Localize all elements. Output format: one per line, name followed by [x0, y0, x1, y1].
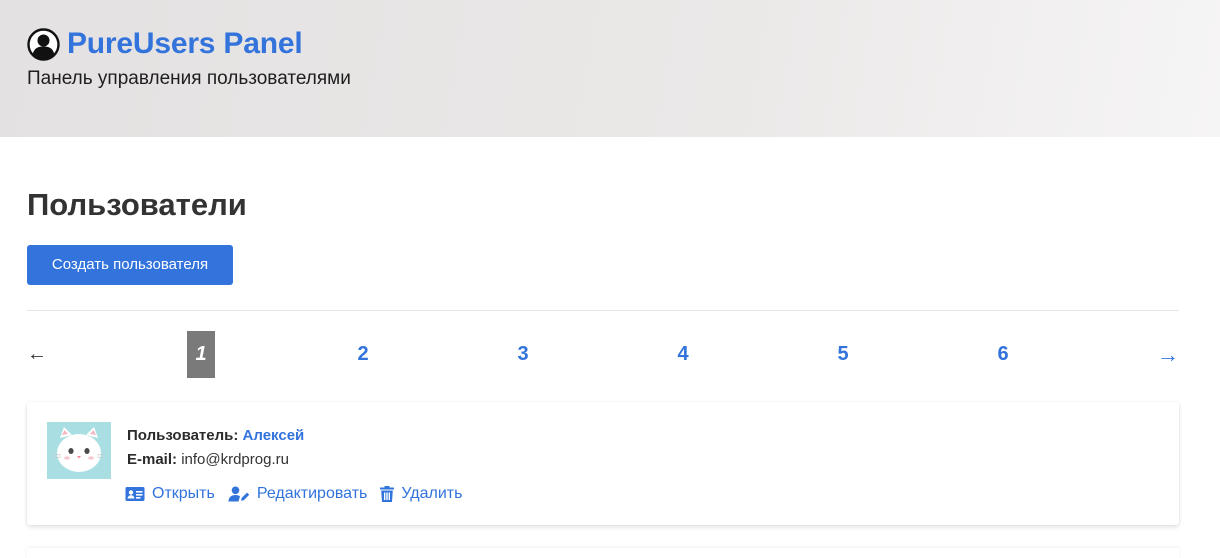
pagination: ← 1 2 3 4 5 6 → — [27, 331, 1179, 378]
next-page-arrow-icon[interactable]: → — [1155, 331, 1179, 378]
next-user-card — [27, 548, 1179, 558]
user-name-label: Пользователь: — [127, 427, 239, 444]
app-subtitle: Панель управления пользователями — [27, 68, 351, 89]
id-card-icon — [125, 487, 145, 501]
page-link-4[interactable]: 4 — [669, 331, 697, 378]
open-user-button[interactable]: Открыть — [125, 485, 215, 503]
user-name-line: Пользователь: Алексей — [127, 426, 304, 446]
user-card: Пользователь: Алексей E-mail: info@krdpr… — [27, 402, 1179, 525]
page-link-5[interactable]: 5 — [829, 331, 857, 378]
app-title[interactable]: PureUsers Panel — [67, 27, 303, 61]
page-link-2[interactable]: 2 — [349, 331, 377, 378]
open-user-label: Открыть — [152, 485, 215, 502]
cat-avatar — [47, 422, 111, 479]
user-name-link[interactable]: Алексей — [243, 427, 305, 444]
page-current[interactable]: 1 — [187, 331, 215, 378]
user-edit-icon — [228, 486, 250, 502]
page-link-3[interactable]: 3 — [509, 331, 537, 378]
page-link-6[interactable]: 6 — [989, 331, 1017, 378]
divider — [27, 310, 1179, 311]
user-email-value: info@krdprog.ru — [181, 451, 289, 468]
user-circle-icon — [27, 27, 60, 61]
user-email-label: E-mail: — [127, 451, 178, 468]
trash-icon — [380, 486, 395, 502]
edit-user-button[interactable]: Редактировать — [228, 485, 368, 503]
user-actions: Открыть Редактировать Удалить — [125, 485, 475, 503]
delete-user-label: Удалить — [401, 485, 463, 502]
prev-page-arrow-icon[interactable]: ← — [27, 331, 47, 378]
edit-user-label: Редактировать — [256, 485, 368, 502]
delete-user-button[interactable]: Удалить — [380, 485, 462, 503]
user-email-line: E-mail: info@krdprog.ru — [127, 450, 289, 470]
page-header: PureUsers Panel Панель управления пользо… — [0, 0, 1220, 137]
create-user-button[interactable]: Создать пользователя — [27, 245, 233, 285]
page-title: Пользователи — [27, 187, 247, 222]
brand: PureUsers Panel — [27, 27, 303, 61]
